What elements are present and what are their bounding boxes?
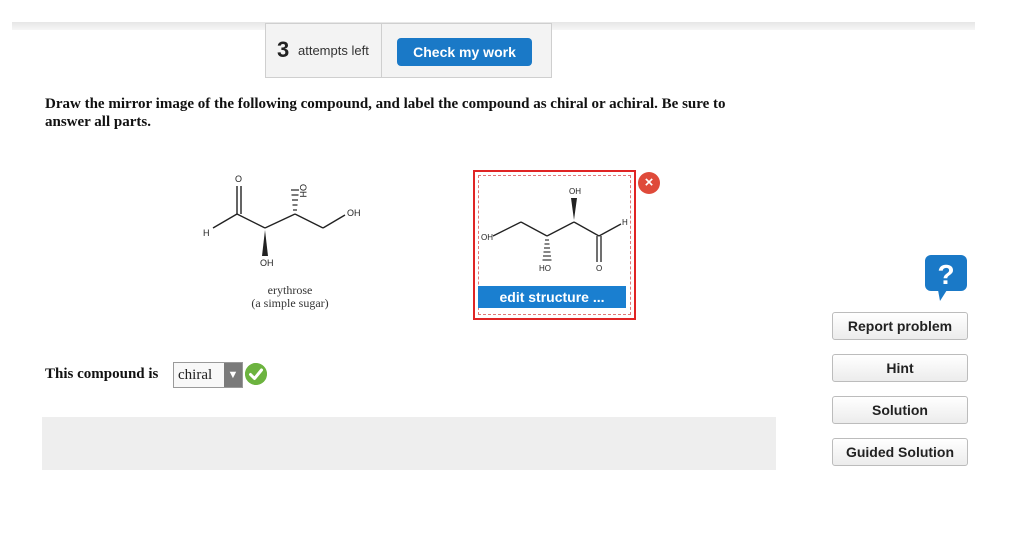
attempts-label: attempts left [298,43,369,58]
compound-statement: This compound is [45,366,159,382]
attempts-panel: 3 attempts left [265,23,382,78]
chevron-down-icon: ▼ [224,363,242,387]
remove-structure-icon[interactable]: × [638,172,660,194]
hint-button[interactable]: Hint [832,354,968,382]
help-symbol: ? [937,259,954,290]
check-work-panel: Check my work [382,23,552,78]
atom-oh-bottom: OH [260,258,274,268]
mirror-atom-o: O [596,264,602,273]
erythrose-structure: O H OH OH OH [203,174,361,268]
edit-structure-button[interactable]: edit structure ... [478,286,626,308]
answer-panel [42,417,776,470]
mirror-structure: OH OH H HO O [481,187,628,273]
mirror-atom-ho: HO [539,264,551,273]
correct-check-icon [245,363,267,385]
help-icon[interactable]: ? [925,255,969,305]
molecule-subtitle: (a simple sugar) [251,296,329,310]
solution-button[interactable]: Solution [832,396,968,424]
atom-oh-top: OH [298,184,308,198]
mirror-atom-h: H [622,218,628,227]
question-text: Draw the mirror image of the following c… [45,96,726,130]
mirror-atom-oh-top: OH [569,187,581,196]
chirality-select-value: chiral [178,367,213,383]
atom-oh-right: OH [347,208,361,218]
mirror-atom-oh-left: OH [481,233,493,242]
report-problem-button[interactable]: Report problem [832,312,968,340]
check-my-work-button[interactable]: Check my work [397,38,532,66]
atom-h: H [203,228,210,238]
chirality-select[interactable]: chiral ▼ [173,362,243,388]
atom-o: O [235,174,242,184]
guided-solution-button[interactable]: Guided Solution [832,438,968,466]
attempts-count: 3 [277,37,290,62]
